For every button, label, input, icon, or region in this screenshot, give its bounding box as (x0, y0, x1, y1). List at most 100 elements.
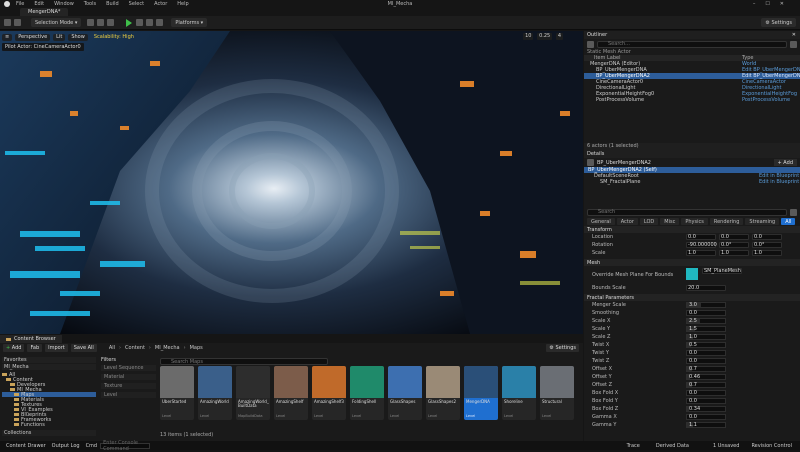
asset-tile[interactable]: MengerDNA Level (464, 366, 498, 420)
content-drawer-button[interactable]: Content Drawer (6, 443, 46, 449)
mesh-asset-picker[interactable]: SM_PlaneMesh (702, 268, 742, 274)
details-tab[interactable]: LOD (639, 218, 659, 225)
transform-section[interactable]: Transform (584, 226, 800, 233)
breadcrumb-item[interactable]: All (109, 345, 115, 351)
output-log-button[interactable]: Output Log (52, 443, 80, 449)
level-tab[interactable]: MengerDNA* (20, 8, 69, 16)
fractal-param-slider[interactable]: 3.0 (686, 302, 726, 308)
trace-button[interactable]: Trace (627, 443, 640, 449)
add-filter-icon[interactable] (587, 40, 594, 48)
level-viewport[interactable]: ≡ Perspective Lit Show Scalability: High… (0, 31, 583, 334)
transform-field[interactable]: 1.0 (752, 250, 782, 256)
filter-item[interactable]: Material (101, 374, 156, 380)
close-icon[interactable]: ✕ (792, 32, 796, 38)
pause-icon[interactable] (136, 19, 144, 26)
transform-field[interactable]: 1.0 (719, 250, 749, 256)
save-all-button[interactable]: Save All (70, 344, 97, 352)
mesh-section[interactable]: Mesh (584, 259, 800, 266)
transform-field[interactable]: 0.0° (719, 242, 749, 248)
breadcrumb-item[interactable]: Content (125, 345, 145, 351)
asset-tile[interactable]: AmazingWorld Level (198, 366, 232, 420)
details-search-input[interactable]: Search (587, 208, 787, 216)
platforms-dropdown[interactable]: Platforms ▾ (171, 18, 208, 27)
breadcrumb-item[interactable]: Maps (190, 345, 203, 351)
grid-snap-value[interactable]: 10 (523, 33, 534, 40)
show-button[interactable]: Show (68, 33, 88, 41)
fractal-section[interactable]: Fractal Parameters (584, 294, 800, 301)
fractal-param-slider[interactable]: 0.0 (686, 310, 726, 316)
fractal-param-slider[interactable]: 0.34 (686, 406, 726, 412)
menu-file[interactable]: File (16, 1, 24, 7)
asset-tile[interactable]: Shoreline Level (502, 366, 536, 420)
transform-field[interactable]: 0.0 (752, 234, 782, 240)
fractal-param-slider[interactable]: 0.0 (686, 358, 726, 364)
details-tab[interactable]: Streaming (745, 218, 780, 225)
fractal-param-slider[interactable]: 0.7 (686, 382, 726, 388)
details-tab[interactable]: Physics (681, 218, 708, 225)
details-tab[interactable]: Actor (616, 218, 638, 225)
menu-actor[interactable]: Actor (154, 1, 167, 7)
viewport-menu-button[interactable]: ≡ (2, 33, 13, 41)
fractal-param-slider[interactable]: 0.46 (686, 374, 726, 380)
filter-item[interactable]: Level (101, 392, 156, 398)
lit-button[interactable]: Lit (53, 33, 66, 41)
fractal-param-slider[interactable]: 0.0 (686, 414, 726, 420)
transform-field[interactable]: -90.000000 (686, 242, 717, 248)
bounds-scale-field[interactable]: 20.0 (686, 285, 726, 291)
menu-window[interactable]: Window (54, 1, 74, 7)
cinematics-icon[interactable] (107, 19, 115, 26)
content-browser-tab[interactable]: Content Browser (0, 335, 62, 343)
asset-tile[interactable]: AmazingShelf3 Level (312, 366, 346, 420)
more-icon[interactable] (156, 19, 164, 26)
asset-tile[interactable]: UberStarted Level (160, 366, 194, 420)
asset-search-input[interactable]: Search Maps (160, 358, 328, 365)
menu-edit[interactable]: Edit (34, 1, 44, 7)
derived-data-button[interactable]: Derived Data (656, 443, 689, 449)
selection-mode-dropdown[interactable]: Selection Mode ▾ (31, 18, 82, 27)
breadcrumb-item[interactable]: MI_Mecha (155, 345, 180, 351)
unsaved-button[interactable]: 1 Unsaved (713, 443, 739, 449)
settings-button[interactable]: ⚙ Settings (761, 18, 796, 27)
asset-tile[interactable]: Structural Level (540, 366, 574, 420)
transform-field[interactable]: 0.0 (719, 234, 749, 240)
asset-tile[interactable]: GlassShapes2 Level (426, 366, 460, 420)
perspective-button[interactable]: Perspective (15, 33, 51, 41)
add-button[interactable]: + Add (3, 344, 25, 352)
project-header[interactable]: MI_Mecha (2, 364, 96, 370)
outliner-row[interactable]: PostProcessVolume PostProcessVolume (584, 97, 800, 103)
fractal-param-slider[interactable]: 0.5 (686, 342, 726, 348)
fab-button[interactable]: Fab (27, 344, 43, 352)
favorites-header[interactable]: Favorites (2, 357, 96, 363)
import-button[interactable]: Import (45, 344, 68, 352)
filter-item[interactable]: Level Sequence (101, 365, 156, 371)
outliner-settings-icon[interactable] (790, 40, 797, 48)
pilot-actor-bar[interactable]: Pilot Actor: CineCameraActor0 (2, 43, 84, 51)
stop-icon[interactable] (146, 19, 154, 26)
details-settings-icon[interactable] (790, 208, 797, 216)
filter-item[interactable]: Texture (101, 383, 156, 389)
details-tab[interactable]: All (781, 218, 796, 225)
fractal-param-slider[interactable]: 0.0 (686, 350, 726, 356)
menu-tools[interactable]: Tools (84, 1, 96, 7)
outliner-search-input[interactable]: Search... (597, 40, 787, 48)
asset-tile[interactable]: AmazingShelf Level (274, 366, 308, 420)
add-actor-icon[interactable] (87, 19, 95, 26)
details-tab[interactable]: General (587, 218, 615, 225)
revision-control-button[interactable]: Revision Control (751, 443, 792, 449)
transform-field[interactable]: 0.0° (752, 242, 782, 248)
details-tab[interactable]: Misc (660, 218, 680, 225)
menu-build[interactable]: Build (106, 1, 119, 7)
fractal-param-slider[interactable]: 0.0 (686, 390, 726, 396)
collections-header[interactable]: Collections (2, 430, 96, 436)
transform-field[interactable]: 0.0 (686, 234, 716, 240)
details-tab[interactable]: Rendering (709, 218, 744, 225)
cb-settings-button[interactable]: ⚙ Settings (546, 344, 579, 352)
cmd-dropdown[interactable]: Cmd (86, 443, 98, 449)
transform-field[interactable]: 1.0 (686, 250, 716, 256)
menu-help[interactable]: Help (177, 1, 188, 7)
blueprint-icon[interactable] (97, 19, 105, 26)
camera-speed-value[interactable]: 4 (555, 33, 563, 40)
console-input[interactable]: Enter Console Command (100, 440, 151, 452)
fractal-param-slider[interactable]: 1.5 (686, 326, 726, 332)
fractal-param-slider[interactable]: 0.0 (686, 398, 726, 404)
